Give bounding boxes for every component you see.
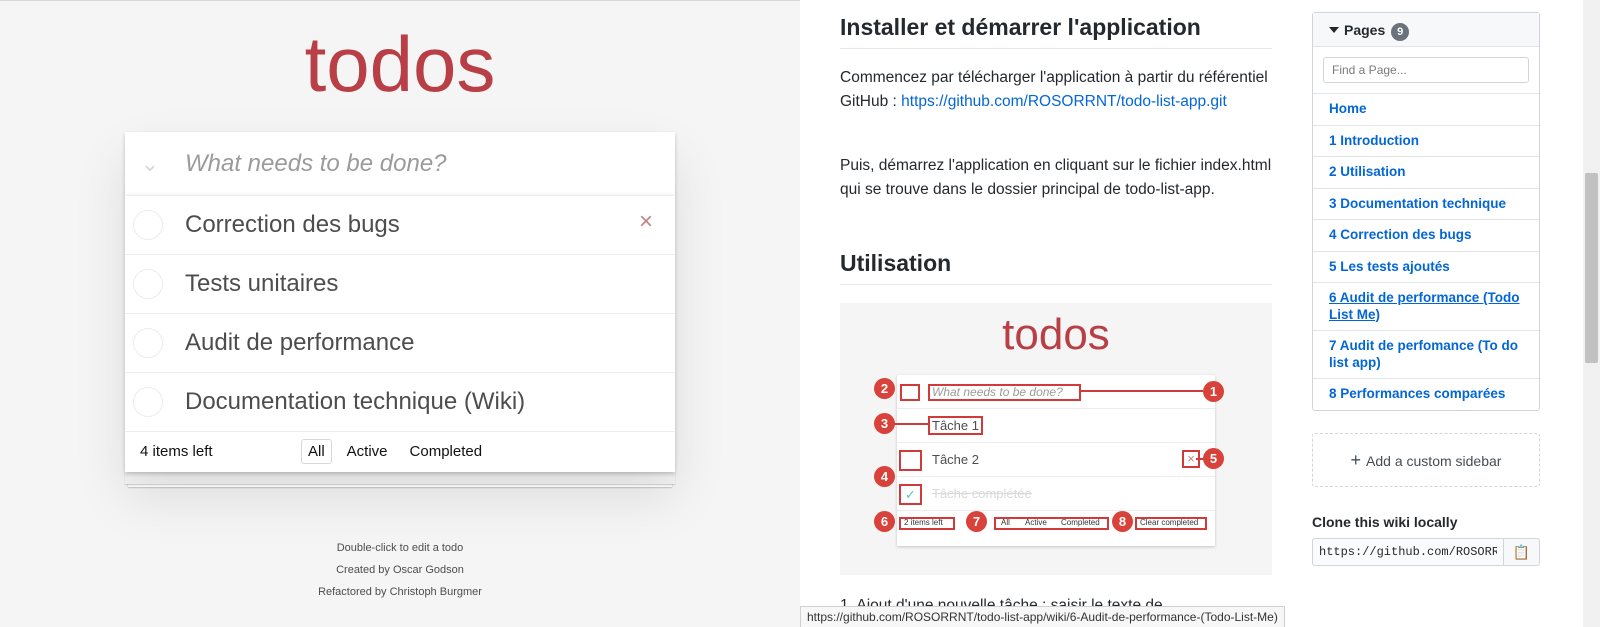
screenshot-filter-all: All bbox=[1001, 518, 1010, 527]
sidebar-page-utilisation[interactable]: 2 Utilisation bbox=[1313, 157, 1539, 189]
filters: All Active Completed bbox=[301, 439, 489, 464]
find-page-wrap bbox=[1313, 47, 1539, 94]
badge-5: 5 bbox=[1203, 448, 1224, 469]
todo-label[interactable]: Tests unitaires bbox=[185, 255, 338, 313]
new-todo-row: ⌄ bbox=[125, 132, 675, 196]
todo-footer: 4 items left All Active Completed bbox=[125, 432, 675, 472]
badge-3: 3 bbox=[874, 413, 895, 434]
filter-all[interactable]: All bbox=[301, 439, 332, 464]
sidebar-page-tests[interactable]: 5 Les tests ajoutés bbox=[1313, 252, 1539, 283]
clone-row: 📋 bbox=[1312, 537, 1540, 566]
badge-2: 2 bbox=[874, 378, 895, 399]
badge-4: 4 bbox=[874, 466, 895, 487]
screenshot-task3: Tâche complétée bbox=[932, 486, 1032, 501]
sidebar-page-introduction[interactable]: 1 Introduction bbox=[1313, 126, 1539, 157]
wiki-sidebar: Pages 9 Home 1 Introduction 2 Utilisatio… bbox=[1312, 12, 1540, 566]
sidebar-page-home[interactable]: Home bbox=[1313, 94, 1539, 126]
paragraph-download: Commencez par télécharger l'application … bbox=[840, 66, 1272, 114]
toggle-all-chevron-icon[interactable]: ⌄ bbox=[138, 152, 162, 176]
clone-title: Clone this wiki locally bbox=[1312, 513, 1458, 530]
screenshot-checkbox-box bbox=[899, 450, 922, 471]
screenshot-app: What needs to be done? Tâche 1 Tâche 2 ×… bbox=[897, 375, 1215, 546]
add-custom-sidebar-button[interactable]: + Add a custom sidebar bbox=[1312, 432, 1540, 487]
wiki-pane: Installer et démarrer l'application Comm… bbox=[800, 0, 1600, 627]
sidebar-page-audit-todo-list-me[interactable]: 6 Audit de performance (Todo List Me) bbox=[1313, 283, 1539, 331]
sidebar-page-performances[interactable]: 8 Performances comparées bbox=[1313, 379, 1539, 410]
todo-item[interactable]: Tests unitaires bbox=[125, 255, 675, 314]
pages-count-badge: 9 bbox=[1391, 23, 1410, 41]
screenshot-filter-active: Active bbox=[1025, 518, 1047, 527]
badge-7: 7 bbox=[966, 511, 987, 532]
filter-active[interactable]: Active bbox=[340, 439, 395, 464]
status-bar-url: https://github.com/ROSORRNT/todo-list-ap… bbox=[800, 606, 1285, 627]
screenshot-filter-completed: Completed bbox=[1061, 518, 1100, 527]
todo-app: ⌄ Correction des bugs × Tests unitaires … bbox=[125, 132, 675, 472]
copy-clipboard-button[interactable]: 📋 bbox=[1504, 537, 1540, 566]
pages-box: Pages 9 Home 1 Introduction 2 Utilisatio… bbox=[1312, 12, 1540, 411]
leader-line-1 bbox=[1080, 390, 1203, 392]
screenshot-task3-row: ✓ Tâche complétée bbox=[897, 477, 1215, 511]
leader-line-3 bbox=[894, 423, 929, 425]
info-refactored-by: Refactored by Christoph Burgmer bbox=[318, 586, 482, 598]
find-page-input[interactable] bbox=[1323, 57, 1529, 83]
todo-checkbox[interactable] bbox=[133, 387, 163, 417]
info-created-by: Created by Oscar Godson bbox=[336, 564, 464, 576]
screenshot-footer-row: 2 items left All Active Completed Clear … bbox=[897, 511, 1215, 545]
screenshot-check-icon: ✓ bbox=[899, 484, 922, 505]
heading-install: Installer et démarrer l'application bbox=[840, 14, 1272, 49]
screenshot-task1-row: Tâche 1 bbox=[897, 409, 1215, 443]
todo-item[interactable]: Audit de performance bbox=[125, 314, 675, 373]
todo-item[interactable]: Correction des bugs × bbox=[125, 196, 675, 255]
screenshot-input-row: What needs to be done? bbox=[897, 375, 1215, 409]
todo-checkbox[interactable] bbox=[133, 328, 163, 358]
github-repo-link[interactable]: https://github.com/ROSORRNT/todo-list-ap… bbox=[901, 93, 1227, 110]
todo-checkbox[interactable] bbox=[133, 269, 163, 299]
delete-todo-close-icon[interactable]: × bbox=[639, 208, 653, 236]
pages-header[interactable]: Pages 9 bbox=[1313, 13, 1539, 47]
screenshot-clear-completed: Clear completed bbox=[1140, 518, 1199, 527]
pages-label: Pages bbox=[1344, 22, 1386, 38]
caret-down-icon[interactable] bbox=[1329, 27, 1339, 33]
badge-1: 1 bbox=[1203, 381, 1224, 402]
new-todo-input[interactable] bbox=[185, 132, 665, 196]
screenshot-task1: Tâche 1 bbox=[932, 418, 979, 433]
badge-6: 6 bbox=[874, 511, 895, 532]
screenshot-toggle-box bbox=[900, 384, 920, 401]
clipboard-icon: 📋 bbox=[1512, 543, 1531, 560]
todo-label[interactable]: Correction des bugs bbox=[185, 196, 400, 254]
screenshot-title: todos bbox=[1002, 310, 1110, 359]
badge-8: 8 bbox=[1112, 511, 1133, 532]
screenshot-task2: Tâche 2 bbox=[932, 452, 979, 467]
sidebar-page-correction[interactable]: 4 Correction des bugs bbox=[1313, 220, 1539, 252]
todo-label[interactable]: Audit de performance bbox=[185, 314, 414, 372]
sidebar-page-audit-todo-list-app[interactable]: 7 Audit de perfomance (To do list app) bbox=[1313, 331, 1539, 379]
filter-completed[interactable]: Completed bbox=[403, 439, 490, 464]
paragraph-start: Puis, démarrez l'application en cliquant… bbox=[840, 157, 1272, 198]
items-left-count: 4 items left bbox=[140, 443, 213, 460]
todo-item[interactable]: Documentation technique (Wiki) bbox=[125, 373, 675, 432]
todo-app-pane: todos ⌄ Correction des bugs × Tests unit… bbox=[0, 0, 800, 627]
info-edit-hint: Double-click to edit a todo bbox=[336, 542, 464, 554]
heading-usage: Utilisation bbox=[840, 250, 1272, 285]
screenshot-task2-row: Tâche 2 × bbox=[897, 443, 1215, 477]
screenshot-placeholder: What needs to be done? bbox=[932, 385, 1063, 399]
scrollbar-thumb[interactable] bbox=[1585, 173, 1598, 363]
sidebar-page-documentation[interactable]: 3 Documentation technique bbox=[1313, 189, 1539, 220]
app-title: todos bbox=[304, 20, 496, 108]
todo-label[interactable]: Documentation technique (Wiki) bbox=[185, 373, 525, 431]
usage-screenshot: todos What needs to be done? Tâche 1 Tâc… bbox=[840, 303, 1272, 575]
plus-icon: + bbox=[1350, 449, 1362, 470]
todo-checkbox[interactable] bbox=[133, 210, 163, 240]
screenshot-items-left: 2 items left bbox=[904, 518, 943, 527]
clone-url-input[interactable] bbox=[1312, 537, 1504, 566]
add-custom-sidebar-label: Add a custom sidebar bbox=[1366, 452, 1502, 469]
info-footer: Double-click to edit a todo Created by O… bbox=[0, 537, 800, 603]
